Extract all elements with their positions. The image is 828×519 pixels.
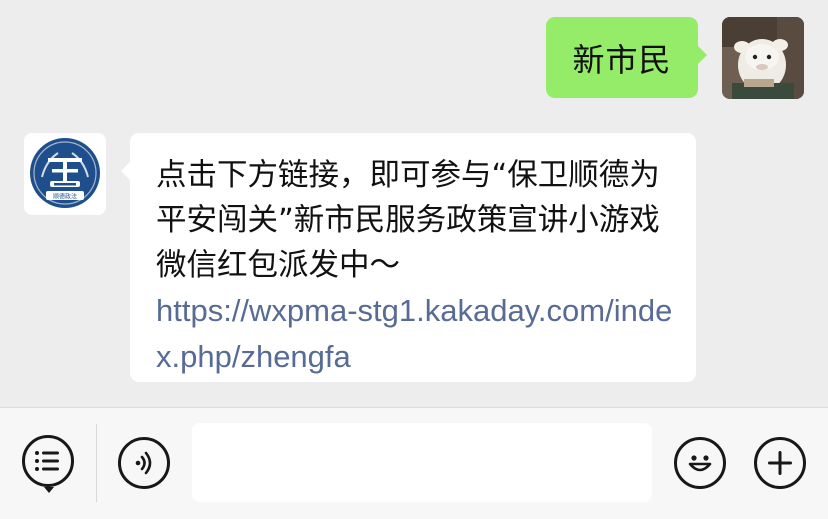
svg-text:顺德政法: 顺德政法 (53, 193, 77, 201)
menu-expand-arrow-icon (44, 487, 54, 493)
message-input[interactable] (192, 423, 652, 502)
emoji-face-glyph (688, 455, 712, 472)
plus-icon[interactable] (754, 437, 806, 489)
outgoing-message-bubble[interactable]: 新市民 (546, 17, 707, 98)
menu-list-icon[interactable] (22, 435, 74, 487)
my-avatar[interactable] (722, 17, 804, 99)
incoming-message-text: 点击下方链接，即可参与“保卫顺德为平安闯关”新市民服务政策宣讲小游戏微信红包派发… (156, 158, 660, 283)
menu-list-glyph (35, 451, 59, 471)
sender-avatar[interactable]: 顺德政法 (24, 133, 106, 215)
voice-icon[interactable] (118, 437, 170, 489)
voice-wave-glyph (135, 451, 152, 475)
plus-glyph (768, 451, 792, 475)
shunde-law-logo-icon: 顺德政法 (30, 138, 100, 208)
message-link[interactable]: https://wxpma-stg1.kakaday.com/index.php… (156, 293, 672, 374)
outgoing-message-text: 新市民 (572, 40, 672, 79)
my-avatar-image (722, 17, 804, 99)
input-bar-divider (96, 424, 97, 502)
chat-area: 新市民 顺德政法 点击下方链接，即可参与“保卫顺德为平安闯关”新市民服务政策宣讲… (0, 0, 828, 407)
emoji-icon[interactable] (674, 437, 726, 489)
incoming-message-bubble[interactable]: 点击下方链接，即可参与“保卫顺德为平安闯关”新市民服务政策宣讲小游戏微信红包派发… (121, 133, 696, 382)
